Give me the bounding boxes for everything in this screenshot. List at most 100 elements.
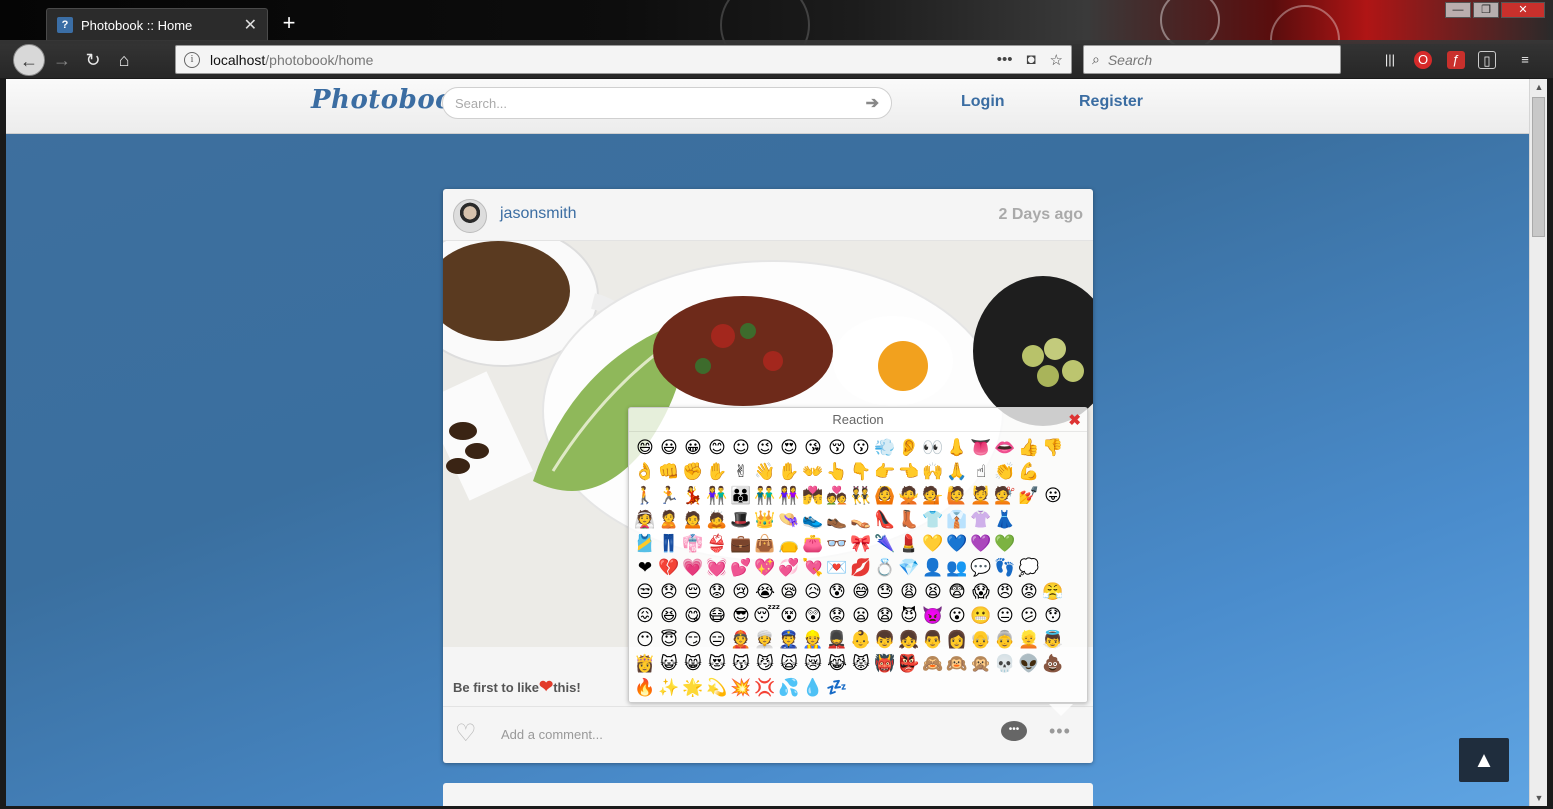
emoji-option[interactable]: 💑 xyxy=(825,484,849,508)
emoji-option[interactable]: 😸 xyxy=(681,652,705,676)
emoji-option[interactable]: 👹 xyxy=(873,652,897,676)
emoji-option[interactable]: 💦 xyxy=(777,676,801,700)
emoji-option[interactable]: 👡 xyxy=(849,508,873,532)
emoji-option[interactable]: 😫 xyxy=(921,580,945,604)
emoji-option[interactable]: 🙎 xyxy=(657,508,681,532)
home-icon[interactable]: ⌂ xyxy=(110,46,138,74)
emoji-option[interactable]: 😏 xyxy=(681,628,705,652)
emoji-option[interactable]: 💨 xyxy=(873,436,897,460)
emoji-option[interactable]: 😾 xyxy=(849,652,873,676)
library-icon[interactable]: ||| xyxy=(1381,51,1399,69)
emoji-option[interactable]: 😚 xyxy=(825,436,849,460)
emoji-option[interactable]: 😼 xyxy=(753,652,777,676)
emoji-option[interactable]: 👂 xyxy=(897,436,921,460)
reader-view-icon[interactable]: ▯ xyxy=(1478,51,1496,69)
emoji-option[interactable]: 😅 xyxy=(849,580,873,604)
emoji-option[interactable]: 😬 xyxy=(969,604,993,628)
emoji-option[interactable]: 👙 xyxy=(705,532,729,556)
emoji-option[interactable]: 🙈 xyxy=(921,652,945,676)
emoji-option[interactable]: 💩 xyxy=(1041,652,1065,676)
emoji-option[interactable]: 👇 xyxy=(849,460,873,484)
emoji-option[interactable]: 🚶 xyxy=(633,484,657,508)
emoji-option[interactable]: 😰 xyxy=(825,580,849,604)
emoji-option[interactable]: 🎽 xyxy=(633,532,657,556)
flash-extension-icon[interactable]: ƒ xyxy=(1447,51,1465,69)
post-username[interactable]: jasonsmith xyxy=(500,205,576,223)
emoji-option[interactable]: 😲 xyxy=(801,604,825,628)
emoji-option[interactable]: 😎 xyxy=(729,604,753,628)
emoji-option[interactable]: 😘 xyxy=(801,436,825,460)
emoji-option[interactable]: 👩 xyxy=(945,628,969,652)
emoji-option[interactable]: 😊 xyxy=(705,436,729,460)
emoji-option[interactable]: 😥 xyxy=(801,580,825,604)
emoji-option[interactable]: 😪 xyxy=(777,580,801,604)
emoji-option[interactable]: ✋ xyxy=(777,460,801,484)
emoji-option[interactable]: 🌂 xyxy=(873,532,897,556)
reload-icon[interactable]: ↻ xyxy=(79,46,107,74)
menu-icon[interactable]: ≡ xyxy=(1516,51,1534,69)
emoji-option[interactable]: 😀 xyxy=(681,436,705,460)
emoji-option[interactable]: 👬 xyxy=(753,484,777,508)
emoji-option[interactable]: 💘 xyxy=(801,556,825,580)
emoji-option[interactable]: 👆 xyxy=(825,460,849,484)
avatar[interactable] xyxy=(453,199,487,233)
emoji-option[interactable]: 👛 xyxy=(801,532,825,556)
emoji-option[interactable]: 💌 xyxy=(825,556,849,580)
address-bar[interactable]: i localhost /photobook/home ••• ◘ ☆ xyxy=(175,45,1072,74)
emoji-option[interactable]: 💢 xyxy=(753,676,777,700)
browser-search-input[interactable]: ⌕ Search xyxy=(1083,45,1341,74)
emoji-option[interactable]: 👨 xyxy=(921,628,945,652)
emoji-option[interactable]: 😯 xyxy=(1041,604,1065,628)
emoji-option[interactable]: 👗 xyxy=(993,508,1017,532)
emoji-option[interactable]: 👿 xyxy=(921,604,945,628)
emoji-option[interactable]: 😩 xyxy=(897,580,921,604)
emoji-option[interactable]: 👴 xyxy=(969,628,993,652)
emoji-option[interactable]: 👐 xyxy=(801,460,825,484)
emoji-option[interactable]: 🙌 xyxy=(921,460,945,484)
emoji-option[interactable]: 💄 xyxy=(897,532,921,556)
emoji-option[interactable]: 😧 xyxy=(873,604,897,628)
emoji-option[interactable]: 🙋 xyxy=(945,484,969,508)
emoji-option[interactable]: 💧 xyxy=(801,676,825,700)
emoji-option[interactable]: 💖 xyxy=(753,556,777,580)
site-search-input[interactable]: Search... ➔ xyxy=(442,87,892,119)
emoji-option[interactable]: 😍 xyxy=(777,436,801,460)
emoji-option[interactable]: 👊 xyxy=(657,460,681,484)
emoji-option[interactable]: 😦 xyxy=(849,604,873,628)
emoji-option[interactable]: 👦 xyxy=(873,628,897,652)
emoji-option[interactable]: ☺ xyxy=(729,436,753,460)
emoji-option[interactable]: 😨 xyxy=(945,580,969,604)
emoji-option[interactable]: 💪 xyxy=(1017,460,1041,484)
emoji-option[interactable]: 👫 xyxy=(705,484,729,508)
login-link[interactable]: Login xyxy=(961,93,1005,111)
emoji-option[interactable]: 😹 xyxy=(825,652,849,676)
emoji-option[interactable]: 👽 xyxy=(1017,652,1041,676)
emoji-option[interactable]: 😻 xyxy=(705,652,729,676)
emoji-option[interactable]: 👰 xyxy=(633,508,657,532)
emoji-option[interactable]: 👏 xyxy=(993,460,1017,484)
emoji-option[interactable]: 😉 xyxy=(753,436,777,460)
emoji-option[interactable]: 👒 xyxy=(777,508,801,532)
opera-extension-icon[interactable]: O xyxy=(1414,51,1432,69)
emoji-option[interactable]: 😐 xyxy=(993,604,1017,628)
emoji-option[interactable]: 😤 xyxy=(1041,580,1065,604)
like-heart-icon[interactable]: ♡ xyxy=(455,719,477,748)
maximize-button[interactable]: ❐ xyxy=(1473,2,1499,18)
emoji-option[interactable]: 💂 xyxy=(825,628,849,652)
browser-tab[interactable]: ? Photobook :: Home ✕ xyxy=(46,8,268,41)
emoji-option[interactable]: 🙆 xyxy=(873,484,897,508)
emoji-option[interactable]: 😟 xyxy=(705,580,729,604)
emoji-option[interactable]: 👜 xyxy=(753,532,777,556)
forward-arrow-icon[interactable]: → xyxy=(48,46,76,74)
emoji-option[interactable]: 👉 xyxy=(873,460,897,484)
emoji-option[interactable]: 😴 xyxy=(753,604,780,628)
emoji-option[interactable]: 💀 xyxy=(993,652,1017,676)
emoji-option[interactable]: 👺 xyxy=(897,652,921,676)
minimize-button[interactable]: — xyxy=(1445,2,1471,18)
pocket-icon[interactable]: ◘ xyxy=(1026,51,1035,68)
emoji-option[interactable]: 🙅 xyxy=(897,484,921,508)
emoji-option[interactable]: 😿 xyxy=(801,652,825,676)
emoji-option[interactable]: 🙍 xyxy=(681,508,705,532)
emoji-option[interactable]: 😗 xyxy=(849,436,873,460)
emoji-option[interactable]: 👈 xyxy=(897,460,921,484)
